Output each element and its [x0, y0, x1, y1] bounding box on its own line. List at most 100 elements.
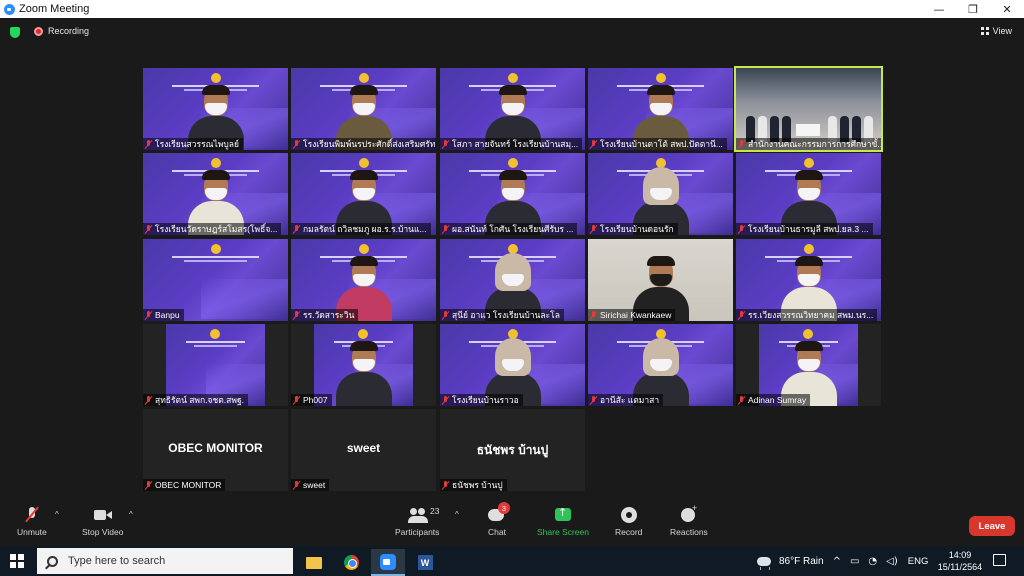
participant-tile[interactable]: กมลรัตน์ ถวิลชมภู ผอ.ร.ร.บ้านแ...: [291, 153, 436, 235]
reactions-button[interactable]: Reactions: [670, 503, 708, 537]
participant-tile[interactable]: sweet sweet: [291, 409, 436, 491]
participants-icon: [407, 506, 429, 524]
participant-tile[interactable]: โรงเรียนพิมพ์นรประศักดิ์ส่งเสริมศรัทธาสิ…: [291, 68, 436, 150]
zoom-icon: [380, 553, 396, 570]
window-title-bar: Zoom Meeting — ❐ ✕: [0, 0, 1024, 18]
volume-icon[interactable]: ◁): [886, 556, 898, 567]
language-indicator[interactable]: ENG: [908, 556, 929, 567]
participant-tile[interactable]: โสภา สายจันทร์ โรงเรียนบ้านสมุ...: [440, 68, 585, 150]
chrome-taskbar-button[interactable]: [334, 549, 368, 576]
mic-muted-icon: [442, 139, 449, 149]
record-button[interactable]: Record: [615, 506, 642, 537]
leave-button[interactable]: Leave: [969, 516, 1015, 536]
participant-name-label: Adinan Sumray: [736, 394, 811, 406]
window-controls: — ❐ ✕: [922, 0, 1024, 18]
participant-name-label: Banpu: [143, 309, 184, 321]
participant-name: รร.เวียงสวรรณวิทยาคม สพม.นร...: [748, 310, 874, 320]
view-label: View: [992, 26, 1012, 36]
video-camera-icon: [93, 506, 113, 524]
maximize-button[interactable]: ❐: [956, 0, 990, 18]
participant-tile[interactable]: โรงเรียนบ้านธารมูลี สพป.ยล.3 ...: [736, 153, 881, 235]
participant-name: Adinan Sumray: [748, 395, 807, 405]
participant-name-label: สุนีย์ อาแว โรงเรียนบ้านละโล: [440, 309, 564, 321]
participant-tile[interactable]: รร.วัดสาระวิน: [291, 239, 436, 321]
stop-video-label: Stop Video: [82, 527, 124, 537]
participant-name-label: sweet: [291, 479, 330, 491]
participant-tile[interactable]: สุทธิรัตน์ สพก.จชต.สพฐ.: [143, 324, 288, 406]
participant-tile[interactable]: อานีสัะ แตมาสา: [588, 324, 733, 406]
unmute-button[interactable]: Unmute: [17, 506, 47, 537]
network-icon[interactable]: ▭: [850, 556, 859, 567]
participant-name: อานีสัะ แตมาสา: [600, 395, 660, 405]
participant-tile[interactable]: ผอ.สนันท์ โกศัน โรงเรียนศีรับร ...: [440, 153, 585, 235]
participant-tile[interactable]: โรงเรียนบ้านราวอ: [440, 324, 585, 406]
stop-video-button[interactable]: Stop Video: [82, 506, 123, 537]
record-dot-icon: [34, 26, 43, 36]
participant-name: Ph007: [303, 395, 328, 405]
participant-name: โรงเรียนสวรรณไพบูลย์: [155, 139, 239, 149]
weather-text[interactable]: 86°F Rain: [779, 556, 824, 567]
participant-tile[interactable]: โรงเรียนวัดราษฎร์สโมสร(โพธิ์จ...: [143, 153, 288, 235]
participant-tile[interactable]: สุนีย์ อาแว โรงเรียนบ้านละโล: [440, 239, 585, 321]
participant-tile[interactable]: Adinan Sumray: [736, 324, 881, 406]
participant-name-label: รร.วัดสาระวิน: [291, 309, 359, 321]
participant-name: รร.วัดสาระวิน: [303, 310, 355, 320]
participant-name-label: อานีสัะ แตมาสา: [588, 394, 664, 406]
zoom-app-icon: [4, 3, 15, 15]
participant-name-label: โสภา สายจันทร์ โรงเรียนบ้านสมุ...: [440, 138, 583, 150]
word-taskbar-button[interactable]: W: [408, 549, 442, 576]
chat-label: Chat: [488, 527, 506, 537]
recording-indicator[interactable]: Recording: [34, 26, 89, 36]
participant-name-label: ผอ.สนันท์ โกศัน โรงเรียนศีรับร ...: [440, 223, 578, 235]
participant-tile[interactable]: โรงเรียนสวรรณไพบูลย์: [143, 68, 288, 150]
participant-tile[interactable]: รร.เวียงสวรรณวิทยาคม สพม.นร...: [736, 239, 881, 321]
meeting-area: Recording View โรงเรียนสวรรณไพบูลย์โรงเร…: [0, 18, 1024, 546]
participant-name: สำนักงานคณะกรรมการการศึกษาขั้...: [748, 139, 881, 149]
view-button[interactable]: View: [980, 26, 1012, 36]
mic-muted-icon: [293, 139, 300, 149]
participant-name-label: โรงเรียนวัดราษฎร์สโมสร(โพธิ์จ...: [143, 223, 282, 235]
participant-tile[interactable]: Sirichai Kwankaew: [588, 239, 733, 321]
mic-muted-icon: [590, 139, 597, 149]
participants-options-caret[interactable]: ^: [455, 510, 459, 519]
windows-taskbar: Type here to search W 86°F Rain ^ ▭ ◔ ◁)…: [0, 546, 1024, 576]
participant-name: สุทธิรัตน์ สพก.จชต.สพฐ.: [155, 395, 245, 405]
participant-name-label: OBEC MONITOR: [143, 479, 226, 491]
show-hidden-icons-icon[interactable]: ^: [833, 556, 841, 567]
participant-name: โรงเรียนบ้านราวอ: [452, 395, 519, 405]
windows-start-icon[interactable]: [10, 554, 24, 568]
participant-tile[interactable]: โรงเรียนบ้านตาโต้ สพป.ปัตตานี...: [588, 68, 733, 150]
mic-muted-icon: [738, 224, 745, 234]
participant-tile[interactable]: โรงเรียนบ้านดอนรัก: [588, 153, 733, 235]
window-title: Zoom Meeting: [19, 3, 90, 15]
mic-muted-icon: [442, 480, 449, 490]
minimize-button[interactable]: —: [922, 0, 956, 18]
smiley-icon: [679, 503, 699, 524]
zoom-taskbar-button[interactable]: [371, 549, 405, 576]
taskbar-search-box[interactable]: Type here to search: [37, 548, 293, 574]
taskbar-clock[interactable]: 14:09 15/11/2564: [936, 549, 984, 573]
wifi-icon[interactable]: ◔: [868, 556, 877, 567]
video-options-caret[interactable]: ^: [129, 510, 133, 519]
participant-tile[interactable]: Ph007: [291, 324, 436, 406]
participants-count: 23: [430, 506, 440, 516]
participant-tile[interactable]: Banpu: [143, 239, 288, 321]
audio-options-caret[interactable]: ^: [55, 510, 59, 519]
mic-muted-icon: [145, 395, 152, 405]
participant-tile[interactable]: สำนักงานคณะกรรมการการศึกษาขั้...: [734, 66, 883, 152]
participant-name-label: โรงเรียนบ้านตาโต้ สพป.ปัตตานี...: [588, 138, 727, 150]
participant-name-label: สำนักงานคณะกรรมการการศึกษาขั้...: [736, 138, 881, 150]
share-screen-button[interactable]: Share Screen: [537, 506, 589, 537]
file-explorer-taskbar-button[interactable]: [297, 549, 331, 576]
close-button[interactable]: ✕: [990, 0, 1024, 18]
reactions-label: Reactions: [670, 527, 708, 537]
participant-tile[interactable]: ธนัชพร บ้านปู ธนัชพร บ้านปู: [440, 409, 585, 491]
participant-name: Banpu: [155, 310, 180, 320]
participant-name-label: Ph007: [291, 394, 332, 406]
record-label: Record: [615, 527, 643, 537]
security-shield-icon[interactable]: [10, 27, 20, 38]
notifications-icon[interactable]: [993, 554, 1006, 566]
participant-tile[interactable]: OBEC MONITOR OBEC MONITOR: [143, 409, 288, 491]
mic-muted-icon: [738, 310, 745, 320]
participant-name: โรงเรียนบ้านธารมูลี สพป.ยล.3 ...: [748, 224, 869, 234]
